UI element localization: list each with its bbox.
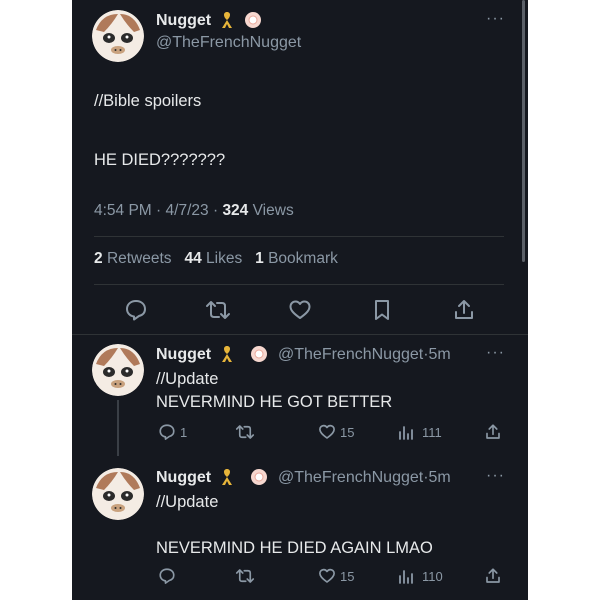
views-icon[interactable]: [398, 424, 414, 440]
reply-icon[interactable]: [158, 423, 176, 441]
reply-age[interactable]: 5m: [429, 469, 451, 486]
tweet-stats: 2 Retweets 44 Likes 1 Bookmark: [94, 250, 338, 268]
avatar[interactable]: [92, 468, 144, 520]
like-icon[interactable]: [318, 567, 336, 585]
ribbon-icon: [222, 346, 232, 362]
views-count: 324: [222, 202, 249, 219]
ribbon-icon: [222, 469, 232, 485]
flower-badge-icon: [245, 12, 261, 28]
share-icon[interactable]: [452, 298, 476, 322]
views-icon[interactable]: [398, 568, 414, 584]
like-icon[interactable]: [288, 298, 312, 322]
reply-handle-line: @TheFrenchNugget·5m: [278, 346, 451, 364]
bookmark-icon[interactable]: [370, 298, 394, 322]
separator: ·: [212, 202, 219, 219]
retweet-icon[interactable]: [235, 567, 255, 585]
divider: [94, 284, 504, 285]
views-count: 110: [422, 569, 443, 584]
flower-badge-icon: [251, 469, 267, 485]
separator: ·: [156, 202, 162, 219]
tweet-date[interactable]: 4/7/23: [166, 202, 209, 219]
avatar[interactable]: [92, 344, 144, 396]
share-icon[interactable]: [484, 567, 502, 585]
author-handle[interactable]: @TheFrenchNugget: [156, 34, 301, 52]
likes-stat[interactable]: 44 Likes: [184, 250, 242, 267]
retweet-icon[interactable]: [235, 423, 255, 441]
views-label: Views: [252, 202, 294, 219]
thread-line: [117, 400, 119, 456]
author-handle[interactable]: @TheFrenchNugget: [278, 469, 423, 486]
like-count: 15: [340, 569, 355, 584]
like-count: 15: [340, 425, 355, 440]
reply-text-line-1: //Update: [156, 493, 219, 511]
more-icon[interactable]: ···: [486, 344, 505, 362]
reply-text-line-1: //Update: [156, 370, 219, 388]
tweet-meta: 4:54 PM · 4/7/23 · 324 Views: [94, 202, 294, 220]
tweet-text-line-1: //Bible spoilers: [94, 92, 202, 110]
retweets-stat[interactable]: 2 Retweets: [94, 250, 172, 267]
share-icon[interactable]: [484, 423, 502, 441]
author-handle[interactable]: @TheFrenchNugget: [278, 346, 423, 363]
author-name[interactable]: Nugget: [156, 469, 211, 487]
reply-icon[interactable]: [124, 298, 148, 322]
views-count: 111: [422, 425, 442, 440]
bookmarks-label: Bookmark: [268, 250, 338, 267]
like-icon[interactable]: [318, 423, 336, 441]
avatar[interactable]: [92, 10, 144, 62]
bookmarks-stat[interactable]: 1 Bookmark: [255, 250, 338, 267]
more-icon[interactable]: ···: [486, 10, 505, 28]
retweets-count: 2: [94, 250, 103, 267]
tweet-text-line-2: HE DIED???????: [94, 151, 226, 169]
reply-handle-line: @TheFrenchNugget·5m: [278, 469, 451, 487]
reply-text-line-2: NEVERMIND HE GOT BETTER: [156, 393, 393, 411]
reply-text-line-2: NEVERMIND HE DIED AGAIN LMAO: [156, 539, 433, 557]
retweets-label: Retweets: [106, 250, 172, 267]
author-name[interactable]: Nugget: [156, 346, 211, 364]
reply-age[interactable]: 5m: [429, 346, 451, 363]
tweet-time[interactable]: 4:54 PM: [94, 202, 152, 219]
tweet-thread-panel: Nugget @TheFrenchNugget ··· //Bible spoi…: [72, 0, 528, 600]
divider: [72, 334, 528, 335]
retweet-icon[interactable]: [205, 298, 231, 322]
reply-icon[interactable]: [158, 567, 176, 585]
more-icon[interactable]: ···: [486, 467, 505, 485]
reply-count: 1: [180, 425, 188, 440]
likes-count: 44: [184, 250, 202, 267]
flower-badge-icon: [251, 346, 267, 362]
divider: [94, 236, 504, 237]
author-name[interactable]: Nugget: [156, 12, 211, 30]
likes-label: Likes: [206, 250, 243, 267]
bookmarks-count: 1: [255, 250, 264, 267]
scrollbar[interactable]: [522, 0, 525, 262]
ribbon-icon: [222, 12, 232, 28]
